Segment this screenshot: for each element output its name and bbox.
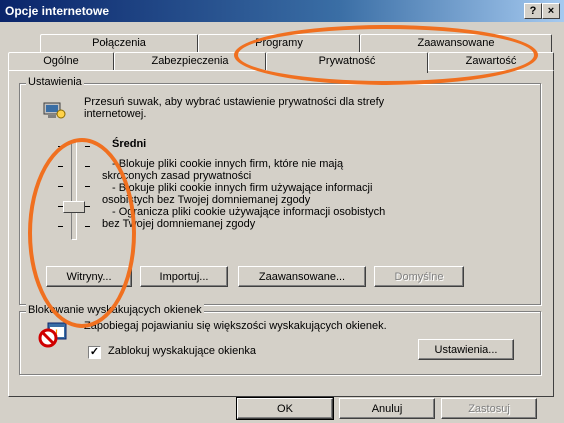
close-button[interactable]: × xyxy=(542,3,560,19)
slider-tick xyxy=(58,166,63,167)
tab-general[interactable]: Ogólne xyxy=(8,52,114,70)
slider-tick xyxy=(58,186,63,187)
slider-tick xyxy=(85,146,90,147)
desc-line: - Blokuje pliki cookie innych firm używa… xyxy=(112,182,373,194)
intro-line-1: Przesuń suwak, aby wybrać ustawienie pry… xyxy=(84,96,385,108)
desc-line: - Blokuje pliki cookie innych firm, któr… xyxy=(112,158,344,170)
settings-intro: Przesuń suwak, aby wybrać ustawienie pry… xyxy=(84,96,384,120)
apply-button[interactable]: Zastosuj xyxy=(441,398,537,419)
advanced-button[interactable]: Zaawansowane... xyxy=(238,266,366,287)
slider-tick xyxy=(58,226,63,227)
import-button[interactable]: Importuj... xyxy=(140,266,228,287)
popup-settings-button[interactable]: Ustawienia... xyxy=(418,339,514,360)
slider-track[interactable] xyxy=(71,140,77,240)
intro-line-2: internetowej. xyxy=(84,108,147,120)
slider-tick xyxy=(58,146,63,147)
tab-programs[interactable]: Programy xyxy=(198,34,360,52)
window-title: Opcje internetowe xyxy=(5,4,110,18)
privacy-panel: Ustawienia Przesuń suwak, aby wybrać ust… xyxy=(8,70,554,397)
slider-thumb[interactable] xyxy=(63,201,85,213)
privacy-slider[interactable] xyxy=(50,140,100,240)
popup-blocking-group: Blokowanie wyskakujących okienek ! Zapob… xyxy=(19,304,541,375)
popup-checkbox-label[interactable]: Zablokuj wyskakujące okienka xyxy=(108,345,256,357)
slider-tick xyxy=(85,206,90,207)
help-button[interactable]: ? xyxy=(524,3,542,19)
tab-advanced[interactable]: Zaawansowane xyxy=(360,34,552,52)
title-bar: Opcje internetowe ? × xyxy=(0,0,564,22)
popup-description: Zapobiegaj pojawianiu się większości wys… xyxy=(84,320,387,332)
sites-button[interactable]: Witryny... xyxy=(46,266,132,287)
default-button[interactable]: Domyślne xyxy=(374,266,464,287)
tab-content[interactable]: Zawartość xyxy=(428,52,554,70)
settings-group: Ustawienia Przesuń suwak, aby wybrać ust… xyxy=(19,76,541,305)
slider-tick xyxy=(85,226,90,227)
popup-block-checkbox[interactable]: ✓ xyxy=(88,346,101,359)
desc-line: bez Twojej domniemanej zgody xyxy=(102,218,256,230)
privacy-description: Średni - Blokuje pliki cookie innych fir… xyxy=(102,138,385,230)
desc-line: - Ogranicza pliki cookie używające infor… xyxy=(112,206,386,218)
privacy-level-title: Średni xyxy=(112,138,147,150)
ok-button[interactable]: OK xyxy=(236,397,334,420)
popup-block-icon: ! xyxy=(38,322,68,348)
computer-icon xyxy=(42,102,66,119)
desc-line: skróconych zasad prywatności xyxy=(102,170,252,182)
tab-security[interactable]: Zabezpieczenia xyxy=(114,52,266,70)
settings-group-label: Ustawienia xyxy=(26,76,84,88)
tab-connections[interactable]: Połączenia xyxy=(40,34,198,52)
desc-line: osobistych bez Twojej domniemanej zgody xyxy=(102,194,311,206)
popup-group-label: Blokowanie wyskakujących okienek xyxy=(26,304,204,316)
cancel-button[interactable]: Anuluj xyxy=(339,398,435,419)
slider-tick xyxy=(85,186,90,187)
tab-privacy[interactable]: Prywatność xyxy=(266,52,428,73)
slider-tick xyxy=(85,166,90,167)
